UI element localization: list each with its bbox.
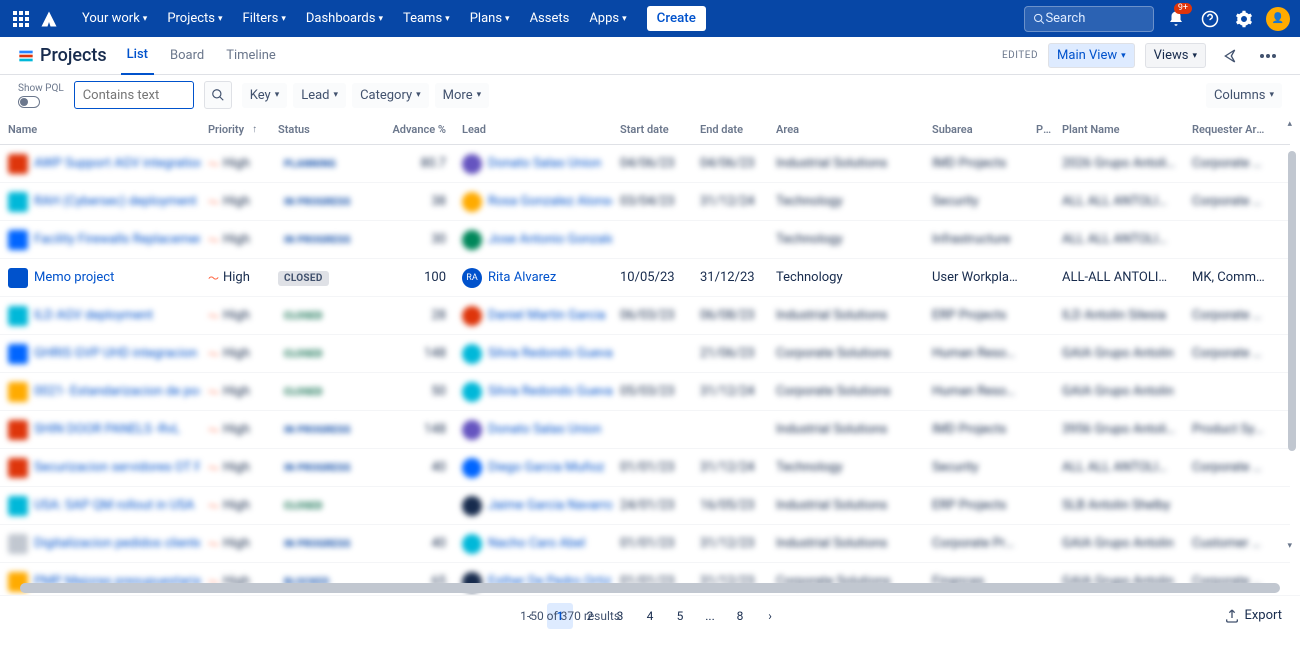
main-view-button[interactable]: Main View▾	[1048, 43, 1135, 68]
export-button[interactable]: Export	[1224, 608, 1282, 624]
page-title: Projects	[40, 45, 107, 66]
table-header: NamePriority↑StatusAdvance %LeadStart da…	[0, 115, 1290, 145]
tab-timeline[interactable]: Timeline	[220, 37, 282, 75]
col-header[interactable]: End date	[692, 117, 768, 142]
scroll-down-arrow[interactable]: ▾	[1287, 541, 1292, 551]
app-switcher-icon[interactable]	[10, 8, 32, 30]
filter-category[interactable]: Category▾	[352, 83, 429, 108]
table-row[interactable]: Securizacion servidores OT Plantas - Fas…	[0, 449, 1290, 487]
user-avatar[interactable]: 👤	[1266, 7, 1290, 31]
table-row[interactable]: USA: SAP QM rollout in USA〜HighCLOSEDJai…	[0, 487, 1290, 525]
notifications-icon[interactable]: 9+	[1164, 7, 1188, 31]
columns-button[interactable]: Columns▾	[1206, 83, 1282, 108]
col-header[interactable]: Lead	[454, 117, 612, 142]
tab-list[interactable]: List	[121, 37, 154, 75]
pql-toggle[interactable]	[18, 96, 40, 108]
col-header[interactable]: Status	[270, 117, 366, 142]
col-header[interactable]: Subarea	[924, 117, 1028, 142]
table-row[interactable]: GHRIS GVP UHD integracion contenidos Inf…	[0, 335, 1290, 373]
table-row[interactable]: RAH (Cybersec) deployment〜HighIN PROGRES…	[0, 183, 1290, 221]
page-4[interactable]: 4	[637, 603, 663, 629]
page-5[interactable]: 5	[667, 603, 693, 629]
notif-badge: 9+	[1174, 3, 1192, 14]
col-header[interactable]: Priority↑	[200, 117, 270, 142]
filter-lead[interactable]: Lead▾	[293, 83, 346, 108]
nav-teams[interactable]: Teams▾	[393, 0, 460, 37]
nav-your-work[interactable]: Your work▾	[72, 0, 157, 37]
pql-toggle-group: Show PQL	[18, 83, 64, 108]
nav-plans[interactable]: Plans▾	[460, 0, 520, 37]
filter-key[interactable]: Key▾	[242, 83, 288, 108]
edited-label: EDITED	[1002, 50, 1038, 61]
project-header: Projects List Board Timeline EDITED Main V…	[0, 37, 1300, 75]
more-icon[interactable]	[1254, 42, 1282, 70]
pql-label: Show PQL	[18, 83, 64, 94]
vertical-scrollbar[interactable]	[1288, 151, 1296, 451]
col-header[interactable]: Name	[0, 117, 200, 142]
page-8[interactable]: 8	[727, 603, 753, 629]
table-row[interactable]: 0021- Estandarizacion de posiciones〜High…	[0, 373, 1290, 411]
horizontal-scrollbar[interactable]	[20, 583, 1280, 593]
table-row[interactable]: SHIN DOOR PANELS -RvL〜HighIN PROGRESS148…	[0, 411, 1290, 449]
tab-board[interactable]: Board	[164, 37, 210, 75]
help-icon[interactable]	[1198, 7, 1222, 31]
nav-apps[interactable]: Apps▾	[579, 0, 636, 37]
table-row[interactable]: Facility Firewalls Replacement〜HighIN PR…	[0, 221, 1290, 259]
search-icon	[1033, 12, 1045, 26]
filter-bar: Show PQL Key▾Lead▾Category▾More▾ Columns…	[0, 75, 1300, 115]
table-row[interactable]: ILD AGV deployment〜HighCLOSED28Daniel Ma…	[0, 297, 1290, 335]
col-header[interactable]: PMO	[1028, 117, 1054, 142]
global-search-input[interactable]	[1045, 11, 1145, 26]
views-button[interactable]: Views▾	[1145, 43, 1206, 68]
nav-projects[interactable]: Projects▾	[157, 0, 232, 37]
scroll-up-arrow[interactable]: ▴	[1287, 121, 1292, 128]
table-row[interactable]: Digitalizacion pedidos clientes〜HighIN P…	[0, 525, 1290, 563]
nav-dashboards[interactable]: Dashboards▾	[296, 0, 393, 37]
projects-table: NamePriority↑StatusAdvance %LeadStart da…	[0, 115, 1300, 595]
results-count: 1-50 of 370 results	[520, 609, 620, 623]
settings-icon[interactable]	[1232, 7, 1256, 31]
contains-text-input[interactable]	[74, 81, 194, 109]
nav-filters[interactable]: Filters▾	[233, 0, 296, 37]
create-button[interactable]: Create	[647, 6, 706, 31]
page-...[interactable]: ...	[697, 603, 723, 629]
col-header[interactable]: Area	[768, 117, 924, 142]
product-logo-icon[interactable]	[38, 8, 60, 30]
table-row[interactable]: Memo project〜HighCLOSED100RARita Alvarez…	[0, 259, 1290, 297]
col-header[interactable]: Plant Name	[1054, 117, 1184, 142]
nav-assets[interactable]: Assets	[520, 0, 580, 37]
top-navbar: Your work▾Projects▾Filters▾Dashboards▾Te…	[0, 0, 1300, 37]
col-header[interactable]: Advance %	[366, 117, 454, 142]
col-header[interactable]: Requester Area	[1184, 117, 1274, 142]
page-next[interactable]: ›	[757, 603, 783, 629]
table-row[interactable]: AWP Support AGV integration in shopfloor…	[0, 145, 1290, 183]
filter-search-button[interactable]	[204, 81, 232, 109]
projects-icon	[18, 48, 34, 64]
send-icon[interactable]	[1216, 42, 1244, 70]
global-search[interactable]	[1024, 6, 1154, 32]
col-header[interactable]: Start date	[612, 117, 692, 142]
table-footer: 1-50 of 370 results ‹12345...8› Export	[0, 595, 1300, 635]
filter-more[interactable]: More▾	[435, 83, 489, 108]
